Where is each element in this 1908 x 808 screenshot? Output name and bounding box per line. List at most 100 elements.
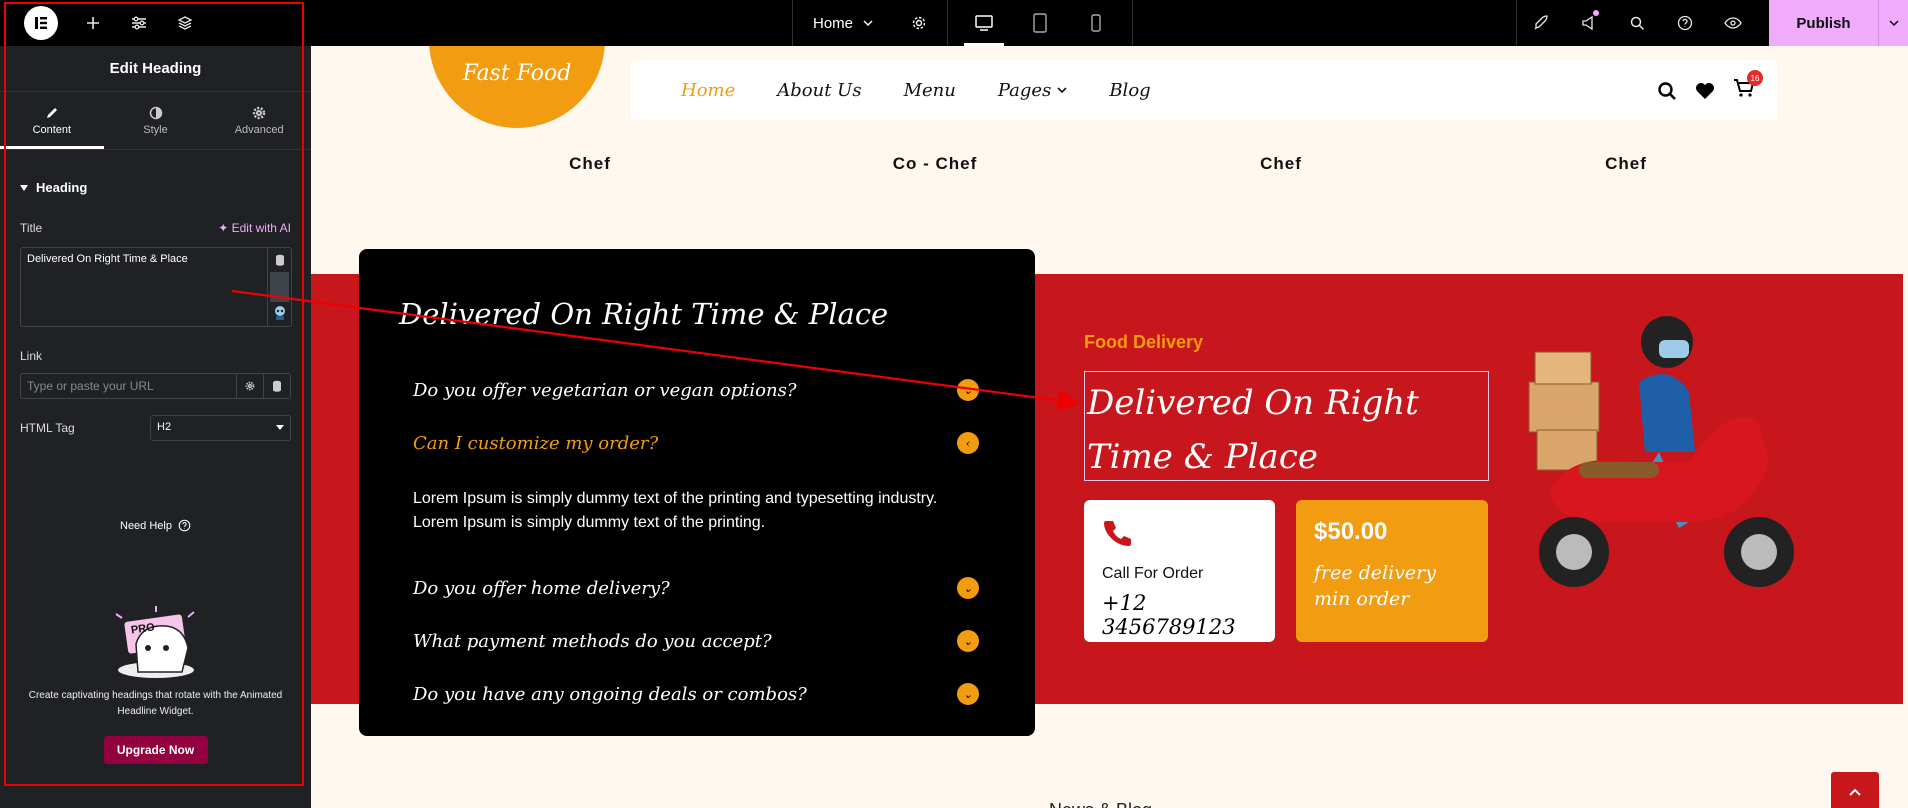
search-icon[interactable] <box>1613 0 1661 46</box>
caret-down-icon <box>20 184 28 191</box>
edit-with-ai-button[interactable]: ✦ Edit with AI <box>218 221 291 235</box>
title-textarea-value: Delivered On Right Time & Place <box>27 253 188 265</box>
site-settings-icon[interactable] <box>116 0 162 46</box>
sparkle-icon: ✦ <box>218 221 229 235</box>
next-section-title: News & Blog <box>1049 800 1152 808</box>
nav-icons: 16 <box>1657 70 1763 103</box>
help-circle-icon <box>178 519 191 532</box>
cart-button[interactable]: 16 <box>1733 70 1763 103</box>
page-selector[interactable]: Home <box>792 0 947 46</box>
tab-advanced[interactable]: Advanced <box>207 92 311 149</box>
html-tag-select[interactable]: H2 <box>150 415 291 441</box>
faq-item[interactable]: Do you offer vegetarian or vegan options… <box>413 379 979 401</box>
nav-blog[interactable]: Blog <box>1109 80 1150 101</box>
top-bar-left <box>0 0 208 46</box>
heading-section: Heading Title ✦ Edit with AI Delivered O… <box>0 180 311 441</box>
mobile-icon[interactable] <box>1082 0 1110 46</box>
editor-root: Home Publish Edit Heading Content Style … <box>0 0 1908 808</box>
responsive-device-switcher <box>947 0 1134 46</box>
pencil-icon <box>46 107 57 118</box>
price-value: $50.00 <box>1314 518 1388 545</box>
top-bar-right <box>1516 0 1757 46</box>
chevron-up-icon <box>1849 788 1861 796</box>
nav-about-us[interactable]: About Us <box>777 80 861 101</box>
elementor-logo-icon[interactable] <box>24 6 58 40</box>
faq-title[interactable]: Delivered On Right Time & Place <box>399 297 888 331</box>
chevron-down-icon: ⌄ <box>957 683 979 705</box>
faq-question: Do you offer home delivery? <box>413 577 670 599</box>
link-dynamic-tags-icon[interactable] <box>264 373 291 399</box>
page-settings-icon[interactable] <box>911 15 927 31</box>
nav-menu-label: Menu <box>903 79 956 101</box>
cart-count-badge: 16 <box>1747 70 1763 86</box>
tab-content-label: Content <box>32 123 72 136</box>
publish-button[interactable]: Publish <box>1769 0 1878 46</box>
chevron-left-icon: ‹ <box>957 432 979 454</box>
nav-about-label: About Us <box>777 79 862 101</box>
search-icon[interactable] <box>1657 81 1677 101</box>
publish-options-chevron-icon[interactable] <box>1878 0 1908 46</box>
tab-style-label: Style <box>143 123 168 136</box>
faq-item[interactable]: Can I customize my order? ‹ <box>413 432 979 454</box>
help-icon[interactable] <box>1661 0 1709 46</box>
title-textarea[interactable]: Delivered On Right Time & Place <box>20 247 292 327</box>
promo-text: Create captivating headings that rotate … <box>28 690 283 717</box>
need-help-link[interactable]: Need Help <box>0 519 311 532</box>
faq-item[interactable]: Do you offer home delivery? ⌄ <box>413 577 979 599</box>
food-delivery-label: Food Delivery <box>1084 332 1204 352</box>
chevron-down-icon <box>863 20 873 26</box>
tab-advanced-label: Advanced <box>234 123 284 136</box>
faq-question: What payment methods do you accept? <box>413 630 772 652</box>
nav-home[interactable]: Home <box>681 80 735 101</box>
phone-icon <box>1104 521 1131 546</box>
delivery-heading-widget[interactable]: Delivered On Right Time & Place <box>1084 371 1489 481</box>
edit-with-ai-label: Edit with AI <box>231 221 291 235</box>
chef-role: Co - Chef <box>892 154 978 173</box>
nav-home-label: Home <box>681 79 736 101</box>
faq-question: Do you offer vegetarian or vegan options… <box>413 379 797 401</box>
promo-illustration <box>0 604 311 682</box>
heart-icon[interactable] <box>1695 82 1715 100</box>
dynamic-tags-icon[interactable] <box>268 248 291 272</box>
faq-item[interactable]: Do you have any ongoing deals or combos?… <box>413 683 979 705</box>
html-tag-label: HTML Tag <box>20 421 75 435</box>
top-bar-center: Home <box>792 0 1134 46</box>
editor-panel: Edit Heading Content Style Advanced Head… <box>0 46 311 808</box>
assistant-avatar-icon[interactable] <box>268 302 291 324</box>
desktop-icon[interactable] <box>964 0 1005 46</box>
scroll-to-top-button[interactable] <box>1831 772 1879 808</box>
upgrade-now-button[interactable]: Upgrade Now <box>103 736 208 764</box>
call-label: Call For Order <box>1102 565 1204 582</box>
nav-blog-label: Blog <box>1109 79 1151 101</box>
faq-item[interactable]: What payment methods do you accept? ⌄ <box>413 630 979 652</box>
html-tag-value: H2 <box>157 421 172 433</box>
scrollbar[interactable] <box>270 272 289 302</box>
structure-layers-icon[interactable] <box>162 0 208 46</box>
tab-content[interactable]: Content <box>0 92 104 149</box>
call-number[interactable]: +12 3456789123 <box>1102 591 1257 639</box>
add-element-icon[interactable] <box>70 0 116 46</box>
panel-title: Edit Heading <box>0 46 311 92</box>
faq-panel: Delivered On Right Time & Place Do you o… <box>359 249 1035 736</box>
nav-pages[interactable]: Pages <box>998 80 1067 101</box>
site-logo[interactable]: Fast Food <box>429 46 605 128</box>
section-heading-label: Heading <box>36 180 88 195</box>
chef-role: Chef <box>1260 154 1302 173</box>
faq-answer: Lorem Ipsum is simply dummy text of the … <box>413 490 938 531</box>
page-canvas: Fast Food Home About Us Menu Pages Blog … <box>311 46 1908 808</box>
link-label: Link <box>20 349 43 363</box>
faq-question: Can I customize my order? <box>413 432 659 454</box>
link-input[interactable]: Type or paste your URL <box>20 373 238 399</box>
chevron-down-icon: ⌄ <box>957 630 979 652</box>
tab-style[interactable]: Style <box>104 92 208 149</box>
section-toggle-heading[interactable]: Heading <box>20 180 291 195</box>
delivery-scooter-illustration <box>1528 316 1794 587</box>
rocket-icon[interactable] <box>1517 0 1565 46</box>
tablet-icon[interactable] <box>1026 0 1054 46</box>
page-name: Home <box>813 14 854 32</box>
preview-eye-icon[interactable] <box>1709 0 1757 46</box>
whats-new-icon[interactable] <box>1565 0 1613 46</box>
contrast-icon <box>149 106 162 119</box>
nav-menu[interactable]: Menu <box>904 80 956 101</box>
link-options-gear-icon[interactable] <box>237 373 265 399</box>
